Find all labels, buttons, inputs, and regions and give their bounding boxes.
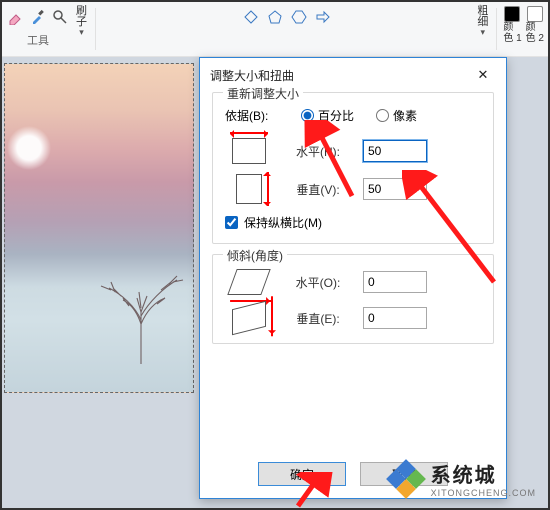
pixels-radio[interactable]: 像素 [376, 107, 417, 124]
dialog-title: 调整大小和扭曲 [210, 67, 294, 84]
shapes-group [100, 4, 473, 56]
resize-group: 重新调整大小 依据(B): 百分比 像素 水平(H): 垂直(V): 保持纵横比 [212, 92, 494, 244]
resize-horizontal-input[interactable] [363, 140, 427, 162]
resize-vertical-icon [236, 174, 262, 204]
skew-group: 倾斜(角度) 水平(O): 垂直(E): [212, 254, 494, 344]
resize-horizontal-label: 水平(H): [273, 143, 363, 160]
pentagon-shape-icon[interactable] [266, 9, 284, 25]
skew-legend: 倾斜(角度) [223, 247, 287, 264]
keep-ratio-label: 保持纵横比(M) [244, 214, 322, 231]
percent-radio[interactable]: 百分比 [301, 107, 354, 124]
chevron-down-icon: ▾ [481, 28, 486, 37]
eyedropper-icon[interactable] [30, 9, 46, 25]
separator [95, 8, 96, 50]
basis-label: 依据(B): [225, 107, 279, 124]
tree-silhouette [91, 224, 191, 364]
hexagon-shape-icon[interactable] [290, 9, 308, 25]
canvas-image[interactable] [4, 63, 194, 393]
resize-legend: 重新调整大小 [223, 85, 303, 102]
eraser-icon[interactable] [8, 9, 24, 25]
tools-group-label: 工具 [27, 32, 49, 48]
resize-skew-dialog: 调整大小和扭曲 ✕ 重新调整大小 依据(B): 百分比 像素 水平(H): 垂直… [199, 57, 507, 499]
chevron-down-icon: ▾ [79, 28, 84, 37]
skew-vertical-icon [232, 301, 266, 335]
ok-button[interactable]: 确定 [258, 462, 346, 486]
color1-swatch [504, 6, 520, 22]
keep-ratio-checkbox[interactable] [225, 216, 238, 229]
color1-button[interactable]: 颜 色 1 [501, 4, 523, 46]
watermark-logo-icon [389, 462, 423, 496]
watermark-title: 系统城 [431, 459, 536, 488]
separator [496, 8, 497, 50]
right-arrow-shape-icon[interactable] [314, 9, 332, 25]
diamond-shape-icon[interactable] [242, 9, 260, 25]
close-button[interactable]: ✕ [470, 64, 496, 86]
skew-vertical-label: 垂直(E): [273, 310, 363, 327]
watermark: 系统城 XITONGCHENG.COM [389, 459, 536, 498]
magnifier-icon[interactable] [52, 9, 68, 25]
skew-horizontal-icon [227, 269, 270, 295]
ribbon: 工具 刷 子 ▾ 粗 细 ▾ 颜 色 1 颜 色 2 [2, 2, 548, 57]
resize-horizontal-icon [232, 138, 266, 164]
skew-vertical-input[interactable] [363, 307, 427, 329]
watermark-sub: XITONGCHENG.COM [431, 488, 536, 498]
resize-vertical-label: 垂直(V): [273, 181, 363, 198]
skew-horizontal-input[interactable] [363, 271, 427, 293]
skew-horizontal-label: 水平(O): [273, 274, 363, 291]
tools-group: 工具 [4, 4, 72, 56]
resize-vertical-input[interactable] [363, 178, 427, 200]
color2-button[interactable]: 颜 色 2 [524, 4, 546, 46]
thickness-dropdown[interactable]: 粗 细 ▾ [473, 4, 492, 39]
brushes-dropdown[interactable]: 刷 子 ▾ [72, 4, 91, 39]
color2-swatch [527, 6, 543, 22]
